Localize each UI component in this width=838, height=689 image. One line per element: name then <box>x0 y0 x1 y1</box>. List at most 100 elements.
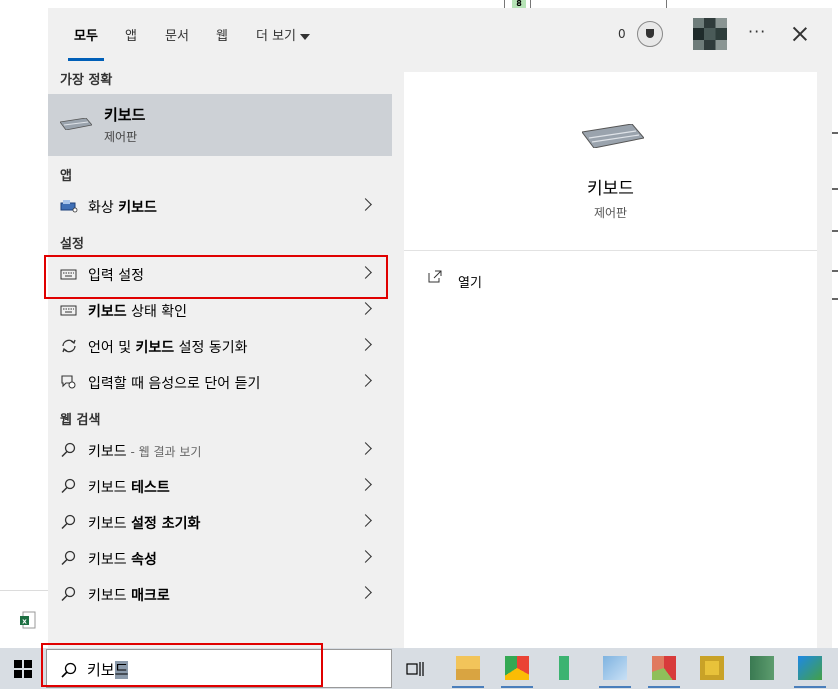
preview-divider <box>404 250 817 251</box>
list-item-label: 언어 및 키보드 설정 동기화 <box>88 337 248 357</box>
label-text: 입력할 때 음성으로 단어 듣기 <box>88 376 261 392</box>
section-header-best-match: 가장 정확 <box>60 73 113 88</box>
list-item-web-result[interactable]: 키보드 테스트 <box>48 468 392 504</box>
close-icon[interactable] <box>790 24 810 44</box>
label-match: 테스트 <box>131 480 170 496</box>
svg-text:x: x <box>22 618 27 626</box>
search-icon <box>61 442 76 458</box>
chevron-right-icon[interactable] <box>359 374 372 387</box>
label-match: 키보드 <box>118 200 157 216</box>
list-item-label: 키보드 테스트 <box>88 477 170 497</box>
best-match-item[interactable]: 키보드 제어판 <box>48 94 392 156</box>
background-spreadsheet-strip <box>500 0 838 12</box>
open-icon <box>428 270 442 283</box>
list-item-label: 화상 키보드 <box>88 197 157 217</box>
running-indicator <box>501 686 533 688</box>
search-icon <box>61 478 76 494</box>
preview-subtitle: 제어판 <box>593 206 628 220</box>
chevron-right-icon[interactable] <box>359 338 372 351</box>
chevron-right-icon[interactable] <box>359 550 372 563</box>
file-explorer-icon[interactable] <box>456 656 480 680</box>
background-tick <box>832 188 838 190</box>
list-item-label: 키보드 매크로 <box>88 585 170 605</box>
running-indicator <box>452 686 484 688</box>
highlight-box <box>44 255 388 299</box>
search-icon <box>61 550 76 566</box>
chevron-right-icon[interactable] <box>359 586 372 599</box>
excel-file-icon: x <box>20 611 36 629</box>
label-text: 화상 <box>88 200 119 216</box>
list-item-label: 입력할 때 음성으로 단어 듣기 <box>88 373 260 393</box>
search-icon <box>61 586 76 602</box>
rewards-points: 0 <box>618 27 626 41</box>
label-text: 키보드 <box>88 444 127 460</box>
list-item-web-result[interactable]: 키보드 설정 초기화 <box>48 504 392 540</box>
search-icon <box>61 514 76 530</box>
running-indicator <box>599 686 631 688</box>
tab-more-label: 더 보기 <box>256 29 297 44</box>
section-header-apps: 앱 <box>60 169 72 184</box>
list-item-label: 키보드 속성 <box>88 549 157 569</box>
label-match: 속성 <box>131 552 157 568</box>
background-tick <box>832 230 838 232</box>
keyboard-icon <box>60 305 77 316</box>
app-multicolor-icon[interactable] <box>652 656 676 680</box>
task-view-icon[interactable] <box>406 660 426 678</box>
label-match: 매크로 <box>131 588 170 604</box>
open-action[interactable]: 열기 <box>458 272 482 291</box>
app-dark-green-icon[interactable] <box>750 656 774 680</box>
app-green-icon[interactable] <box>552 656 576 680</box>
list-item-label: 키보드 설정 초기화 <box>88 513 200 533</box>
list-item-speech-typing[interactable]: 입력할 때 음성으로 단어 듣기 <box>48 364 392 400</box>
sync-icon <box>62 339 76 353</box>
running-indicator <box>794 686 826 688</box>
label-text: 키보드 <box>88 552 132 568</box>
label-text: 키보드 <box>88 480 132 496</box>
list-item-label: 키보드 - 웹 결과 보기 <box>88 441 201 461</box>
highlight-box <box>41 643 323 687</box>
label-text: 언어 및 <box>88 340 136 356</box>
windows-start-icon[interactable] <box>14 660 32 678</box>
chrome-icon[interactable] <box>505 656 529 680</box>
background-tick <box>832 298 838 300</box>
tab-apps[interactable]: 앱 <box>125 25 137 44</box>
background-cell-badge: 8 <box>512 0 526 8</box>
label-text: 키보드 <box>88 516 132 532</box>
chevron-right-icon[interactable] <box>359 442 372 455</box>
preview-pane: 키보드 제어판 열기 <box>404 72 817 648</box>
tab-all[interactable]: 모두 <box>74 25 98 44</box>
background-tick <box>832 132 838 134</box>
label-text: 설정 동기화 <box>174 340 248 356</box>
tab-more[interactable]: 더 보기 <box>256 25 311 44</box>
app-edge-icon[interactable] <box>798 656 822 680</box>
app-yellow-icon[interactable] <box>700 656 724 680</box>
best-match-title: 키보드 <box>104 106 146 124</box>
tab-web[interactable]: 웹 <box>216 25 228 44</box>
search-panel: 모두 앱 문서 웹 더 보기 0 ··· 가장 정확 키보드 제어판 앱 화상 … <box>44 8 832 648</box>
chevron-right-icon[interactable] <box>359 514 372 527</box>
list-item-web-result[interactable]: 키보드 - 웹 결과 보기 <box>48 432 392 468</box>
keyboard-icon <box>582 124 644 148</box>
chevron-right-icon[interactable] <box>359 198 372 211</box>
label-match: 설정 초기화 <box>131 516 201 532</box>
list-item-web-result[interactable]: 키보드 속성 <box>48 540 392 576</box>
label-match: 키보드 <box>88 304 127 320</box>
more-options-icon[interactable]: ··· <box>748 22 766 41</box>
speech-icon <box>61 375 76 389</box>
label-hint: - 웹 결과 보기 <box>126 445 202 459</box>
running-indicator <box>648 686 680 688</box>
on-screen-keyboard-icon <box>60 200 78 213</box>
avatar[interactable] <box>693 18 727 50</box>
tab-documents[interactable]: 문서 <box>165 25 189 44</box>
background-window-left <box>0 0 48 648</box>
list-item-on-screen-keyboard[interactable]: 화상 키보드 <box>48 188 392 224</box>
background-tick <box>832 270 838 272</box>
chevron-right-icon[interactable] <box>359 302 372 315</box>
list-item-web-result[interactable]: 키보드 매크로 <box>48 576 392 612</box>
label-match: 키보드 <box>135 340 175 356</box>
section-header-web-search: 웹 검색 <box>60 413 101 428</box>
app-blue-icon[interactable] <box>603 656 627 680</box>
trophy-icon[interactable] <box>637 21 663 47</box>
chevron-right-icon[interactable] <box>359 478 372 491</box>
list-item-sync-settings[interactable]: 언어 및 키보드 설정 동기화 <box>48 328 392 364</box>
